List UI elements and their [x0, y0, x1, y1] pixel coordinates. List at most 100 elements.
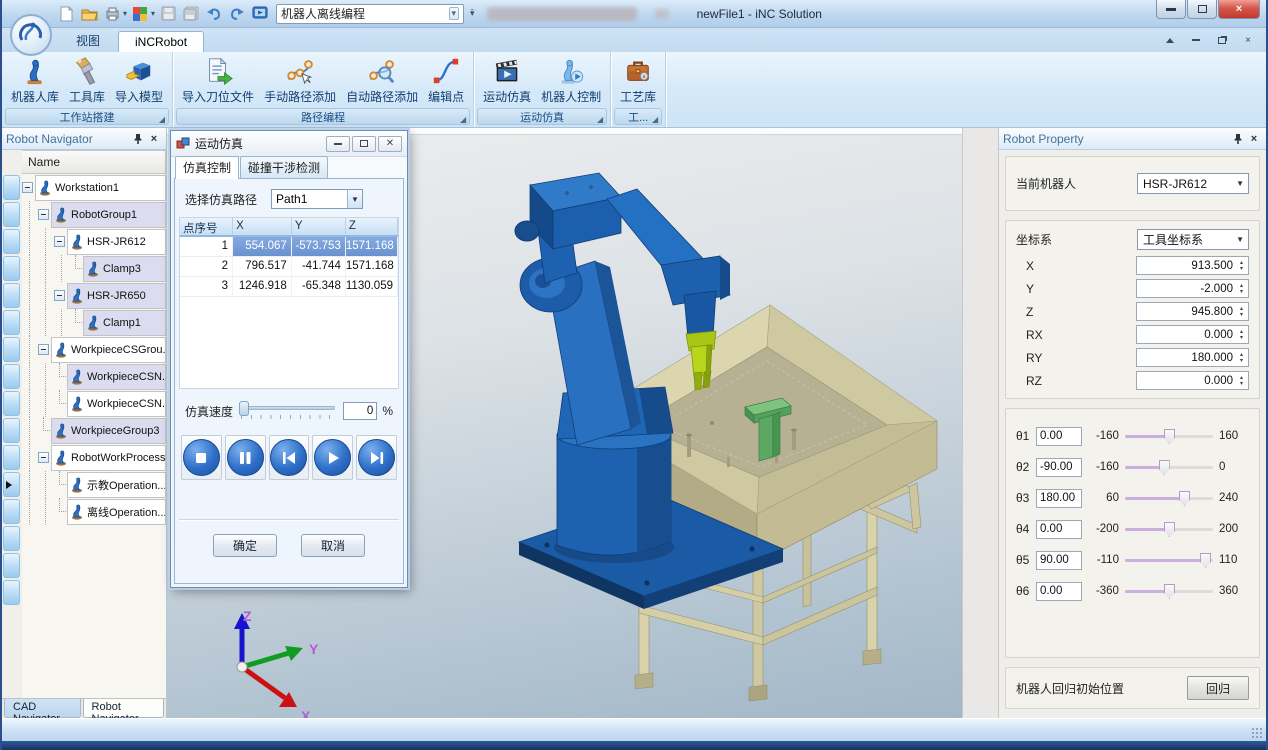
table-cell[interactable]: 1	[180, 237, 233, 256]
row-header-cell[interactable]	[3, 283, 20, 308]
table-header-cell[interactable]: Z	[346, 218, 398, 235]
tree-node[interactable]: Workstation1	[35, 175, 166, 201]
row-header-cell[interactable]	[3, 526, 20, 551]
pin-icon[interactable]	[130, 132, 146, 146]
pose-input[interactable]: 945.800▴▾	[1136, 302, 1249, 321]
slider-thumb[interactable]	[1179, 491, 1190, 506]
table-cell[interactable]: 2	[180, 257, 233, 276]
ok-button[interactable]: 确定	[213, 534, 277, 557]
slider-thumb[interactable]	[1164, 522, 1175, 537]
dialog-minimize-button[interactable]	[326, 136, 350, 152]
joint-value-input[interactable]: 0.00	[1036, 582, 1082, 601]
pin-icon[interactable]	[1230, 132, 1246, 146]
tree-expander[interactable]	[38, 209, 49, 220]
tree-node[interactable]: WorkpieceCSN...	[67, 391, 166, 417]
import-cl-file-button[interactable]: 导入刀位文件	[177, 54, 259, 107]
slider-thumb[interactable]	[239, 401, 249, 416]
pose-input[interactable]: 180.000▴▾	[1136, 348, 1249, 367]
tree-node[interactable]: Clamp1	[83, 310, 166, 336]
row-header-cell[interactable]	[3, 310, 20, 335]
spinner-buttons[interactable]: ▴▾	[1235, 349, 1248, 366]
slider-thumb[interactable]	[1159, 460, 1170, 475]
spin-down-icon[interactable]: ▾	[1240, 312, 1243, 318]
tree-row[interactable]: WorkpieceGroup3	[22, 417, 166, 444]
tree-expander[interactable]	[38, 452, 49, 463]
coordinate-system-combobox[interactable]: 工具坐标系▼	[1137, 229, 1249, 250]
dialog-maximize-button[interactable]	[352, 136, 376, 152]
table-row[interactable]: 31246.918-65.3481130.059	[180, 277, 398, 297]
theme-icon[interactable]	[130, 4, 150, 24]
joint-slider[interactable]	[1125, 489, 1213, 507]
save-icon[interactable]	[158, 4, 178, 24]
tree-column-header[interactable]: Name	[22, 150, 166, 174]
spinner-buttons[interactable]: ▴▾	[1235, 326, 1248, 343]
spin-down-icon[interactable]: ▾	[1240, 381, 1243, 387]
theme-dropdown-icon[interactable]: ▾	[151, 9, 155, 18]
row-header-cell[interactable]	[3, 364, 20, 389]
dialog-launcher-icon[interactable]: ◢	[460, 115, 466, 124]
process-library-button[interactable]: 工艺库	[615, 54, 661, 107]
joint-value-input[interactable]: 0.00	[1036, 427, 1082, 446]
robot-control-button[interactable]: 机器人控制	[536, 54, 606, 107]
tree-node[interactable]: RobotWorkProcess4	[51, 445, 166, 471]
table-cell[interactable]: 1246.918	[233, 277, 292, 296]
table-cell[interactable]: 1571.168	[346, 237, 398, 256]
close-icon[interactable]: ×	[146, 132, 162, 146]
tab-view[interactable]: 视图	[60, 29, 116, 52]
import-model-button[interactable]: 导入模型	[110, 54, 168, 107]
toolbar-overflow-icon[interactable]: ▾̄	[470, 8, 475, 19]
joint-slider[interactable]	[1125, 427, 1213, 445]
tree-node[interactable]: WorkpieceGroup3	[51, 418, 166, 444]
step-forward-button[interactable]	[356, 435, 397, 480]
pose-input[interactable]: 0.000▴▾	[1136, 325, 1249, 344]
joint-slider[interactable]	[1125, 551, 1213, 569]
dialog-title-bar[interactable]: 运动仿真 ✕	[171, 131, 407, 157]
tree-row[interactable]: Clamp3	[22, 255, 166, 282]
slider-thumb[interactable]	[1164, 584, 1175, 599]
tree-node[interactable]: HSR-JR612	[67, 229, 166, 255]
tree-row[interactable]: RobotGroup1	[22, 201, 166, 228]
table-cell[interactable]: 1571.168	[346, 257, 398, 276]
sim-speed-slider[interactable]	[239, 399, 335, 423]
mdi-restore-icon[interactable]	[1214, 33, 1230, 47]
undo-icon[interactable]	[204, 4, 224, 24]
new-file-icon[interactable]	[56, 4, 76, 24]
app-logo[interactable]	[10, 14, 52, 56]
export-icon[interactable]	[102, 4, 122, 24]
tree-row[interactable]: WorkpieceCSN...	[22, 390, 166, 417]
table-cell[interactable]: 3	[180, 277, 233, 296]
manual-path-add-button[interactable]: 手动路径添加	[259, 54, 341, 107]
motion-sim-button[interactable]: 运动仿真	[478, 54, 536, 107]
auto-path-add-button[interactable]: 自动路径添加	[341, 54, 423, 107]
row-header-cell[interactable]	[3, 391, 20, 416]
tree-expander[interactable]	[38, 344, 49, 355]
spin-down-icon[interactable]: ▾	[1240, 358, 1243, 364]
slider-thumb[interactable]	[1200, 553, 1211, 568]
dialog-launcher-icon[interactable]: ◢	[159, 115, 165, 124]
row-header-cell[interactable]	[3, 418, 20, 443]
spin-down-icon[interactable]: ▾	[1240, 266, 1243, 272]
table-header-cell[interactable]: Y	[292, 218, 346, 235]
row-header-cell[interactable]	[3, 445, 20, 470]
pause-button[interactable]	[225, 435, 266, 480]
joint-slider[interactable]	[1125, 520, 1213, 538]
tree-row[interactable]: WorkpieceCSGrou...	[22, 336, 166, 363]
robot-library-button[interactable]: 机器人库	[6, 54, 64, 107]
table-cell[interactable]: 554.067	[233, 237, 292, 256]
tree-node[interactable]: WorkpieceCSGrou...	[51, 337, 166, 363]
row-header-cell[interactable]	[3, 337, 20, 362]
step-back-button[interactable]	[269, 435, 310, 480]
table-cell[interactable]: -41.744	[292, 257, 346, 276]
row-header-cell[interactable]	[3, 553, 20, 578]
save-all-icon[interactable]	[181, 4, 201, 24]
table-row[interactable]: 2796.517-41.7441571.168	[180, 257, 398, 277]
tree-row[interactable]: 离线Operation...	[22, 498, 166, 525]
row-header-cell[interactable]	[3, 499, 20, 524]
tab-incrobot[interactable]: iNCRobot	[118, 31, 204, 52]
tool-library-button[interactable]: 工具库	[64, 54, 110, 107]
current-robot-combobox[interactable]: HSR-JR612▼	[1137, 173, 1249, 194]
joint-value-input[interactable]: -90.00	[1036, 458, 1082, 477]
stop-button[interactable]	[181, 435, 222, 480]
tree-row[interactable]: RobotWorkProcess4	[22, 444, 166, 471]
open-folder-icon[interactable]	[79, 4, 99, 24]
